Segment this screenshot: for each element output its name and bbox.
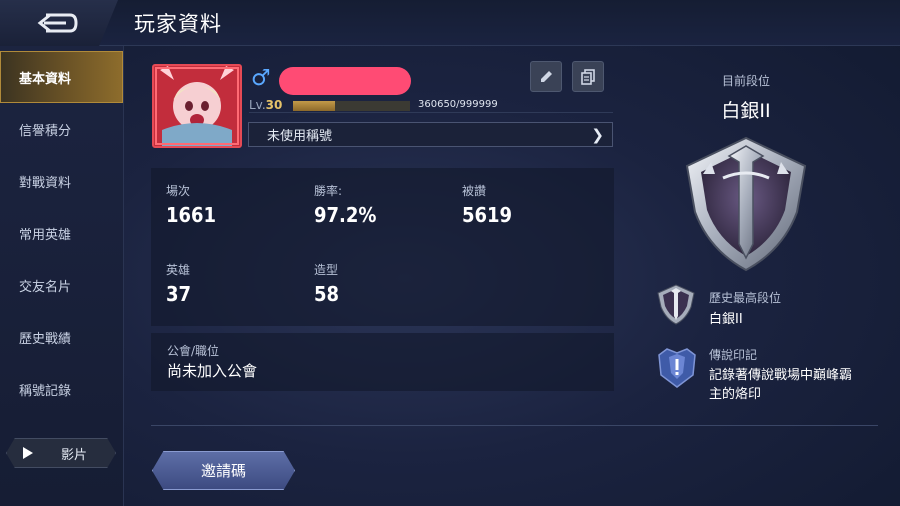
stat-matches-value: 1661 <box>166 203 217 227</box>
current-rank-value: 白銀II <box>721 100 771 122</box>
legend-mark-label: 傳說印記 <box>709 348 758 362</box>
guild-panel: 公會/職位 尚未加入公會 <box>151 333 614 391</box>
stat-win-rate-label: 勝率: <box>314 184 343 198</box>
title-text: 未使用稱號 <box>267 129 333 144</box>
hero-portrait-icon <box>154 66 240 146</box>
stat-win-rate: 勝率: 97.2% <box>314 182 376 227</box>
avatar[interactable] <box>152 64 242 148</box>
xp-bar <box>293 101 410 111</box>
stat-likes-value: 5619 <box>462 203 513 227</box>
stat-heroes-value: 37 <box>166 282 192 306</box>
edit-button[interactable] <box>530 61 562 92</box>
stats-panel: 場次 1661 勝率: 97.2% 被讚 5619 英雄 37 造型 58 <box>151 168 614 326</box>
stat-heroes-label: 英雄 <box>166 263 191 277</box>
stat-skins: 造型 58 <box>314 261 339 306</box>
sidebar-item-title-record[interactable]: 稱號記錄 <box>0 363 123 415</box>
xp-text: 360650/999999 <box>418 99 498 110</box>
sidebar-item-frequent-heroes[interactable]: 常用英雄 <box>0 207 123 259</box>
silver-rank-emblem-icon[interactable] <box>683 134 809 274</box>
back-arrow-icon <box>37 13 78 33</box>
sidebar-item-friend-card[interactable]: 交友名片 <box>0 259 123 311</box>
current-rank-label: 目前段位 <box>721 74 770 88</box>
sidebar: 基本資料 信譽積分 對戰資料 常用英雄 交友名片 歷史戰績 稱號記錄 影片 <box>0 46 124 506</box>
sidebar-item-basic-info[interactable]: 基本資料 <box>0 51 123 103</box>
level-label: Lv.30 <box>249 98 282 112</box>
chevron-right-icon: ❯ <box>591 126 604 144</box>
sidebar-item-battle-data[interactable]: 對戰資料 <box>0 155 123 207</box>
pencil-icon <box>541 70 552 82</box>
stat-likes-label: 被讚 <box>462 184 487 198</box>
video-label: 影片 <box>61 447 88 463</box>
page-title: 玩家資料 <box>134 12 222 36</box>
top-bar: 玩家資料 <box>0 0 900 46</box>
gender-male-icon: ♂ <box>251 66 271 91</box>
sidebar-item-credit-score[interactable]: 信譽積分 <box>0 103 123 155</box>
stat-matches: 場次 1661 <box>166 182 216 227</box>
invite-code-button[interactable]: 邀請碼 <box>152 451 295 490</box>
history-rank-value: 白銀II <box>709 312 743 327</box>
stat-matches-label: 場次 <box>166 184 191 198</box>
copy-button[interactable] <box>572 61 604 92</box>
stat-win-rate-value: 97.2% <box>314 203 377 227</box>
title-selector[interactable]: 未使用稱號 ❯ <box>248 122 613 147</box>
stat-skins-value: 58 <box>314 282 340 306</box>
stat-skins-label: 造型 <box>314 263 339 277</box>
legend-mark-description: 記錄著傳說戰場中巔峰霸主的烙印 <box>709 368 853 402</box>
play-icon <box>23 447 33 459</box>
level-prefix: Lv. <box>249 98 266 112</box>
level-value: 30 <box>265 98 283 112</box>
sidebar-item-match-history[interactable]: 歷史戰績 <box>0 311 123 363</box>
section-divider <box>151 425 878 426</box>
back-button[interactable] <box>0 0 118 46</box>
guild-label: 公會/職位 <box>167 344 220 358</box>
history-rank-label: 歷史最高段位 <box>709 291 782 305</box>
stat-likes: 被讚 5619 <box>462 182 512 227</box>
xp-divider <box>249 112 613 113</box>
guild-value: 尚未加入公會 <box>167 362 258 380</box>
stat-heroes: 英雄 37 <box>166 261 191 306</box>
video-button[interactable]: 影片 <box>6 438 116 468</box>
xp-bar-fill <box>293 101 336 111</box>
player-name-redacted <box>279 67 411 95</box>
copy-icon <box>581 68 595 85</box>
legend-mark-icon <box>658 348 696 388</box>
history-rank-emblem-icon <box>657 284 695 325</box>
